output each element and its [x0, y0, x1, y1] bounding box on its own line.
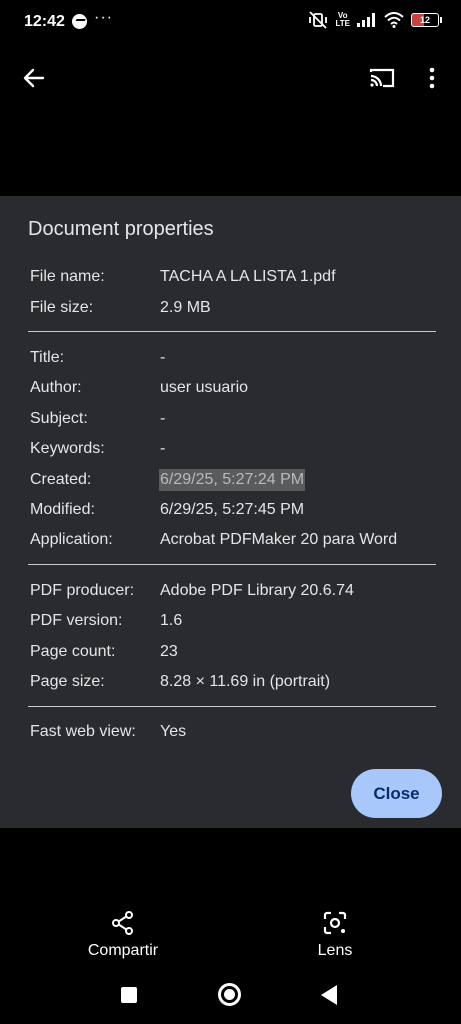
- status-bar: 12:42 ··· Vo LTE 12: [0, 0, 461, 44]
- property-value: 2.9 MB: [160, 299, 211, 316]
- back-arrow-icon[interactable]: [22, 66, 46, 90]
- property-label: Title:: [30, 349, 65, 366]
- property-value: -: [160, 410, 166, 427]
- property-value-selected[interactable]: 6/29/25, 5:27:24 PM: [159, 469, 306, 491]
- property-value: 1.6: [160, 612, 183, 629]
- notification-overflow: ···: [94, 9, 113, 26]
- volte-indicator: Vo LTE: [335, 11, 350, 28]
- status-time: 12:42: [24, 13, 65, 30]
- signal-icon: [357, 13, 375, 27]
- battery-icon: 12: [411, 13, 442, 27]
- share-label: Compartir: [87, 942, 159, 959]
- property-value: user usuario: [160, 379, 249, 396]
- property-value: 6/29/25, 5:27:45 PM: [160, 501, 305, 518]
- close-button[interactable]: Close: [351, 769, 442, 818]
- lens-icon: [323, 911, 347, 935]
- property-value: 23: [160, 643, 178, 660]
- back-nav-icon[interactable]: [321, 985, 337, 1005]
- property-value: -: [160, 440, 166, 457]
- property-value: Adobe PDF Library 20.6.74: [160, 582, 354, 599]
- property-value: Acrobat PDFMaker 20 para Word: [160, 531, 398, 548]
- divider: [28, 331, 436, 332]
- property-label: File name:: [30, 268, 105, 285]
- property-label: PDF producer:: [30, 582, 135, 599]
- share-button[interactable]: Compartir: [78, 910, 168, 960]
- property-label: Application:: [30, 531, 113, 548]
- mute-vibrate-icon: [309, 11, 328, 29]
- property-label: Created:: [30, 471, 92, 488]
- lens-button[interactable]: Lens: [300, 910, 370, 960]
- divider: [28, 706, 436, 707]
- document-properties-dialog: Document properties File name: TACHA A L…: [0, 196, 461, 828]
- property-value: 8.28 × 11.69 in (portrait): [160, 673, 331, 690]
- property-value: Yes: [160, 723, 187, 740]
- property-value: -: [160, 349, 166, 366]
- property-label: Subject:: [30, 410, 88, 427]
- messenger-icon: [72, 14, 87, 29]
- home-nav-icon[interactable]: [218, 983, 241, 1006]
- status-icons: Vo LTE 12: [308, 11, 442, 29]
- property-label: Page size:: [30, 673, 105, 690]
- recents-nav-icon[interactable]: [121, 987, 137, 1003]
- more-vert-icon[interactable]: [420, 66, 444, 90]
- property-label: PDF version:: [30, 612, 123, 629]
- dialog-title: Document properties: [28, 218, 214, 240]
- lens-label: Lens: [317, 942, 353, 959]
- share-icon: [112, 911, 133, 935]
- wifi-icon: [384, 12, 404, 28]
- property-label: Author:: [30, 379, 82, 396]
- property-label: Modified:: [30, 501, 95, 518]
- property-value: TACHA A LA LISTA 1.pdf: [160, 268, 336, 285]
- property-label: Fast web view:: [30, 723, 136, 740]
- divider: [28, 564, 436, 565]
- property-label: File size:: [30, 299, 94, 316]
- property-label: Keywords:: [30, 440, 105, 457]
- property-label: Page count:: [30, 643, 116, 660]
- cast-icon[interactable]: [368, 66, 396, 90]
